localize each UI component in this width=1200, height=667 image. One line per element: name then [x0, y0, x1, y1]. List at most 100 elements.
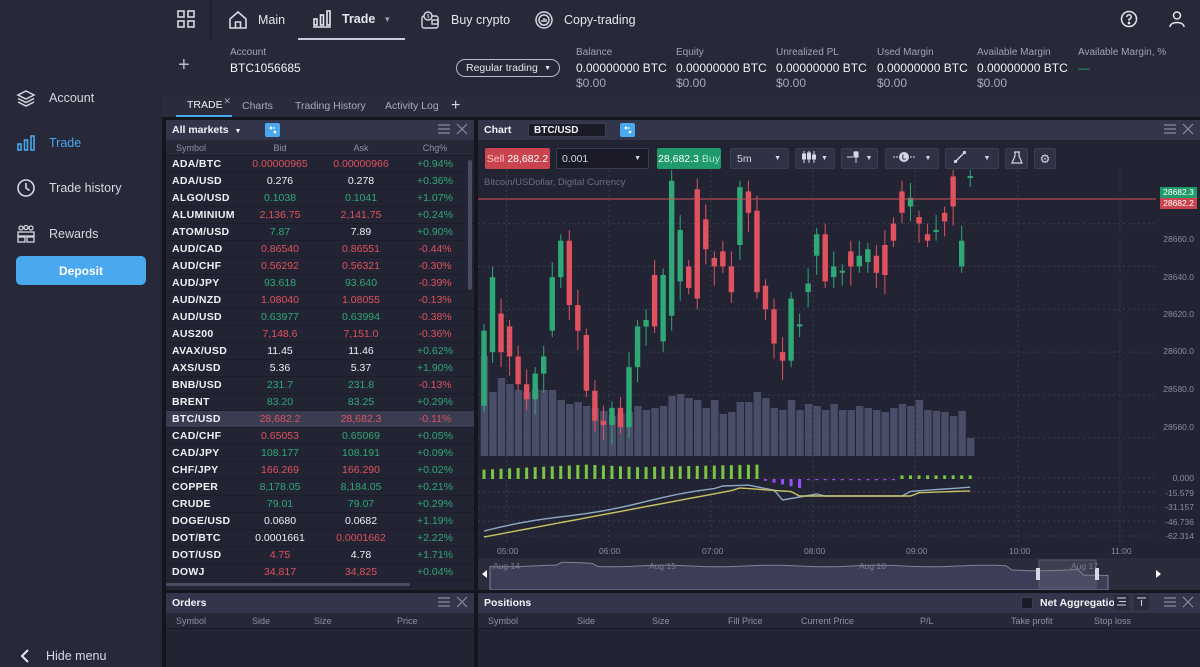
market-row[interactable]: BNB/USD 231.7 231.8 -0.13% — [166, 377, 474, 394]
market-row[interactable]: BTC/USD 28,682.2 28,682.3 -0.11% — [166, 411, 474, 428]
column-header[interactable]: Size — [314, 616, 332, 626]
market-row[interactable]: ALGO/USD 0.1038 0.1041 +1.07% — [166, 190, 474, 207]
add-tab-button[interactable]: + — [451, 95, 460, 117]
sidebar-item-account[interactable]: Account — [16, 86, 94, 110]
navigator-date-label: Aug 14 — [493, 561, 520, 571]
macd-bar — [508, 468, 512, 479]
buy-button[interactable]: 28,682.3 Buy — [657, 148, 721, 169]
sidebar-item-rewards[interactable]: Rewards — [16, 222, 98, 246]
sidebar-item-trade[interactable]: Trade — [16, 131, 81, 155]
tab-trading-history[interactable]: Trading History — [295, 95, 366, 117]
column-header-ask[interactable]: Ask — [322, 143, 400, 153]
user-profile-button[interactable] — [1168, 0, 1186, 40]
market-row[interactable]: CHF/JPY 166.269 166.290 +0.02% — [166, 462, 474, 479]
market-row[interactable]: AUD/NZD 1.08040 1.08055 -0.13% — [166, 292, 474, 309]
help-button[interactable] — [1120, 0, 1138, 40]
markets-filter-dropdown[interactable]: All markets ▼ — [172, 124, 241, 136]
deposit-button[interactable]: Deposit — [16, 256, 146, 285]
column-header-symbol[interactable]: Symbol — [166, 143, 238, 153]
group-rows-button[interactable] — [1114, 595, 1129, 610]
tab-charts[interactable]: Charts — [242, 95, 273, 117]
column-header-bid[interactable]: Bid — [238, 143, 322, 153]
market-change: -0.38% — [418, 311, 452, 323]
market-row[interactable]: AUD/USD 0.63977 0.63994 -0.38% — [166, 309, 474, 326]
studies-button[interactable] — [1005, 148, 1028, 169]
market-symbol: COPPER — [172, 481, 219, 493]
pin-icon — [1137, 597, 1146, 609]
indicators-select[interactable]: ▼ — [841, 148, 878, 169]
close-icon[interactable] — [456, 596, 468, 611]
market-row[interactable]: AUS200 7,148.6 7,151.0 -0.36% — [166, 326, 474, 343]
market-row[interactable]: ADA/USD 0.276 0.278 +0.36% — [166, 173, 474, 190]
column-header[interactable]: Side — [252, 616, 270, 626]
nav-trade[interactable]: Trade ▼ — [298, 0, 405, 40]
market-row[interactable]: CRUDE 79.01 79.07 +0.29% — [166, 496, 474, 513]
chart-symbol-input[interactable]: BTC/USD — [528, 123, 606, 137]
column-header[interactable]: Take profit — [1011, 616, 1053, 626]
market-row[interactable]: DOT/USD 4.75 4.78 +1.71% — [166, 547, 474, 564]
market-row[interactable]: BRENT 83.20 83.25 +0.29% — [166, 394, 474, 411]
markets-scrollbar[interactable] — [468, 160, 472, 290]
link-group-icon[interactable] — [265, 123, 280, 137]
column-header[interactable]: Fill Price — [728, 616, 763, 626]
collapse-rows-button[interactable] — [1134, 595, 1149, 610]
apps-grid-button[interactable] — [176, 0, 196, 40]
trading-mode-select[interactable]: Regular trading ▼ — [456, 59, 560, 77]
market-row[interactable]: COPPER 8,178.05 8,184.05 +0.21% — [166, 479, 474, 496]
net-aggregation-checkbox[interactable] — [1021, 597, 1033, 609]
column-header-chg[interactable]: Chg% — [400, 143, 470, 153]
market-row[interactable]: CAD/CHF 0.65053 0.65069 +0.05% — [166, 428, 474, 445]
candle-body — [711, 257, 718, 267]
timeframe-select[interactable]: 5m ▼ — [730, 148, 789, 169]
market-row[interactable]: ADA/BTC 0.00000965 0.00000966 +0.94% — [166, 156, 474, 173]
market-row[interactable]: ATOM/USD 7.87 7.89 +0.90% — [166, 224, 474, 241]
market-row[interactable]: ALUMINIUM 2,136.75 2,141.75 +0.24% — [166, 207, 474, 224]
chart-settings-button[interactable]: ⚙ — [1034, 148, 1056, 169]
add-account-button[interactable]: + — [178, 54, 190, 77]
navigator-left-handle[interactable] — [1036, 568, 1040, 580]
close-tab-icon[interactable]: ✕ — [223, 96, 231, 107]
price-line-select[interactable]: L ▼ — [885, 148, 939, 169]
macd-bar — [968, 475, 972, 479]
market-row[interactable]: AXS/USD 5.36 5.37 +1.90% — [166, 360, 474, 377]
market-row[interactable]: AUD/CAD 0.86540 0.86551 -0.44% — [166, 241, 474, 258]
column-header[interactable]: Stop loss — [1094, 616, 1131, 626]
menu-icon[interactable] — [1164, 123, 1176, 138]
macd-bar — [576, 465, 580, 479]
column-header[interactable]: P/L — [920, 616, 934, 626]
column-header[interactable]: Current Price — [801, 616, 854, 626]
nav-copy-trading[interactable]: Copy-trading — [534, 0, 636, 40]
close-icon[interactable] — [456, 123, 468, 138]
column-header[interactable]: Symbol — [176, 616, 206, 626]
price-chart[interactable] — [478, 170, 1200, 590]
close-icon[interactable] — [1182, 596, 1194, 611]
menu-icon[interactable] — [438, 596, 450, 611]
tab-activity-log[interactable]: Activity Log — [385, 95, 439, 117]
nav-buy-crypto[interactable]: $ Buy crypto — [420, 0, 510, 40]
chart-type-select[interactable]: ▼ — [795, 148, 835, 169]
market-row[interactable]: CAD/JPY 108.177 108.191 +0.09% — [166, 445, 474, 462]
tab-trade[interactable]: TRADE ✕ — [176, 95, 232, 117]
hide-menu-button[interactable]: Hide menu — [20, 648, 106, 664]
link-group-icon[interactable] — [620, 123, 635, 137]
column-header[interactable]: Size — [652, 616, 670, 626]
market-row[interactable]: AVAX/USD 11.45 11.46 +0.62% — [166, 343, 474, 360]
menu-icon[interactable] — [438, 123, 450, 138]
column-header[interactable]: Symbol — [488, 616, 518, 626]
sell-button[interactable]: Sell 28,682.2 — [485, 148, 550, 169]
menu-icon[interactable] — [1164, 596, 1176, 611]
market-row[interactable]: DOGE/USD 0.0680 0.0682 +1.19% — [166, 513, 474, 530]
column-header[interactable]: Side — [577, 616, 595, 626]
market-row[interactable]: AUD/CHF 0.56292 0.56321 -0.30% — [166, 258, 474, 275]
quantity-select[interactable]: 0.001 ▼ — [556, 148, 649, 169]
sidebar-item-trade-history[interactable]: Trade history — [16, 176, 121, 200]
column-header[interactable]: Price — [397, 616, 418, 626]
drawing-tools-select[interactable]: ▼ — [945, 148, 999, 169]
markets-horizontal-scrollbar[interactable] — [166, 583, 410, 586]
market-change: +0.29% — [417, 498, 453, 510]
market-row[interactable]: DOWJ 34,817 34,825 +0.04% — [166, 564, 474, 581]
nav-main[interactable]: Main — [228, 0, 285, 40]
close-icon[interactable] — [1182, 123, 1194, 138]
market-row[interactable]: AUD/JPY 93.618 93.640 -0.39% — [166, 275, 474, 292]
market-row[interactable]: DOT/BTC 0.0001661 0.0001662 +2.22% — [166, 530, 474, 547]
